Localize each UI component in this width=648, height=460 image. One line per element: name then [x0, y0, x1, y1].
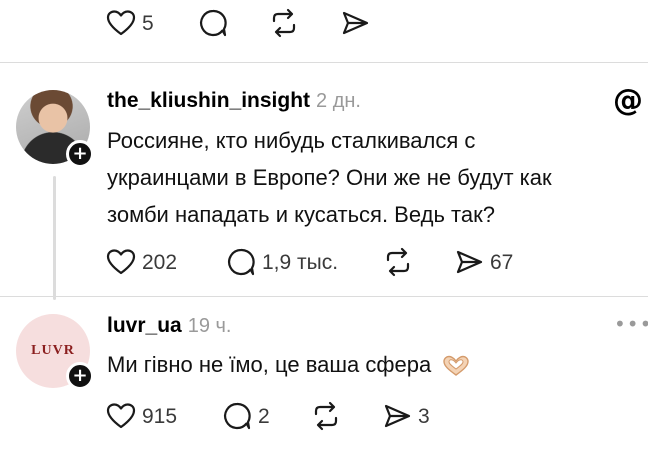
thread-line [53, 176, 56, 300]
repost-icon [314, 401, 338, 431]
repost-button[interactable] [268, 6, 300, 40]
reply-like-button[interactable]: 915 [106, 399, 177, 433]
more-icon: ••• [614, 312, 648, 336]
post-reply-count: 1,9 тыс. [262, 250, 339, 274]
reply-text: Ми гівно не їмо, це ваша сфера [107, 346, 642, 383]
post-text-line: украинцами в Европе? Они же не будут как [107, 165, 552, 190]
reply-username-text[interactable]: luvr_ua [107, 314, 182, 337]
avatar-logo-text: LUVR [31, 343, 75, 358]
post-like-count: 202 [142, 250, 178, 274]
reply-repost-button[interactable] [310, 399, 342, 433]
more-options-button[interactable]: ••• [614, 312, 648, 336]
post-text-line: Россияне, кто нибудь сталкивался с [107, 128, 476, 153]
heart-icon [106, 10, 136, 36]
post-text-line: зомби нападать и кусаться. Ведь так? [107, 202, 495, 227]
reply-button[interactable] [198, 6, 228, 40]
send-icon [456, 250, 483, 274]
post-repost-button[interactable] [382, 245, 414, 279]
reply-share-button[interactable]: 3 [382, 399, 430, 433]
heart-icon [106, 249, 136, 275]
post-reply-button[interactable]: 1,9 тыс. [226, 245, 338, 279]
post-divider [0, 62, 648, 63]
repost-icon [386, 247, 410, 277]
reply-like-count: 915 [142, 404, 178, 428]
reply-text-content: Ми гівно не їмо, це ваша сфера [107, 352, 432, 377]
post-share-count: 67 [490, 250, 514, 274]
plus-icon: + [72, 365, 88, 386]
reply-share-count: 3 [418, 404, 430, 428]
like-count: 5 [142, 11, 154, 35]
comment-icon [228, 248, 255, 276]
post-share-button[interactable]: 67 [454, 245, 513, 279]
repost-icon [272, 8, 296, 38]
like-button[interactable]: 5 [106, 6, 154, 40]
post-time: 2 дн. [316, 90, 361, 112]
heart-hands-emoji [443, 355, 470, 377]
follow-button[interactable]: + [66, 140, 94, 168]
heart-icon [106, 403, 136, 429]
plus-icon: + [72, 143, 88, 164]
reply-time: 19 ч. [187, 315, 232, 337]
send-icon [342, 11, 369, 35]
reply-reply-count: 2 [258, 404, 270, 428]
post-divider [0, 296, 648, 297]
post-username[interactable]: the_kliushin_insight 2 дн. [107, 89, 361, 113]
reply-reply-button[interactable]: 2 [222, 399, 270, 433]
post-like-button[interactable]: 202 [106, 245, 177, 279]
follow-button[interactable]: + [66, 362, 94, 390]
share-button[interactable] [340, 6, 370, 40]
send-icon [384, 404, 411, 428]
comment-icon [224, 402, 251, 430]
threads-logo-icon[interactable]: @ [613, 83, 643, 118]
post-text: Россияне, кто нибудь сталкивался с украи… [107, 122, 642, 233]
post-username-text[interactable]: the_kliushin_insight [107, 89, 310, 112]
comment-icon [200, 9, 227, 37]
reply-username[interactable]: luvr_ua 19 ч. [107, 314, 231, 338]
